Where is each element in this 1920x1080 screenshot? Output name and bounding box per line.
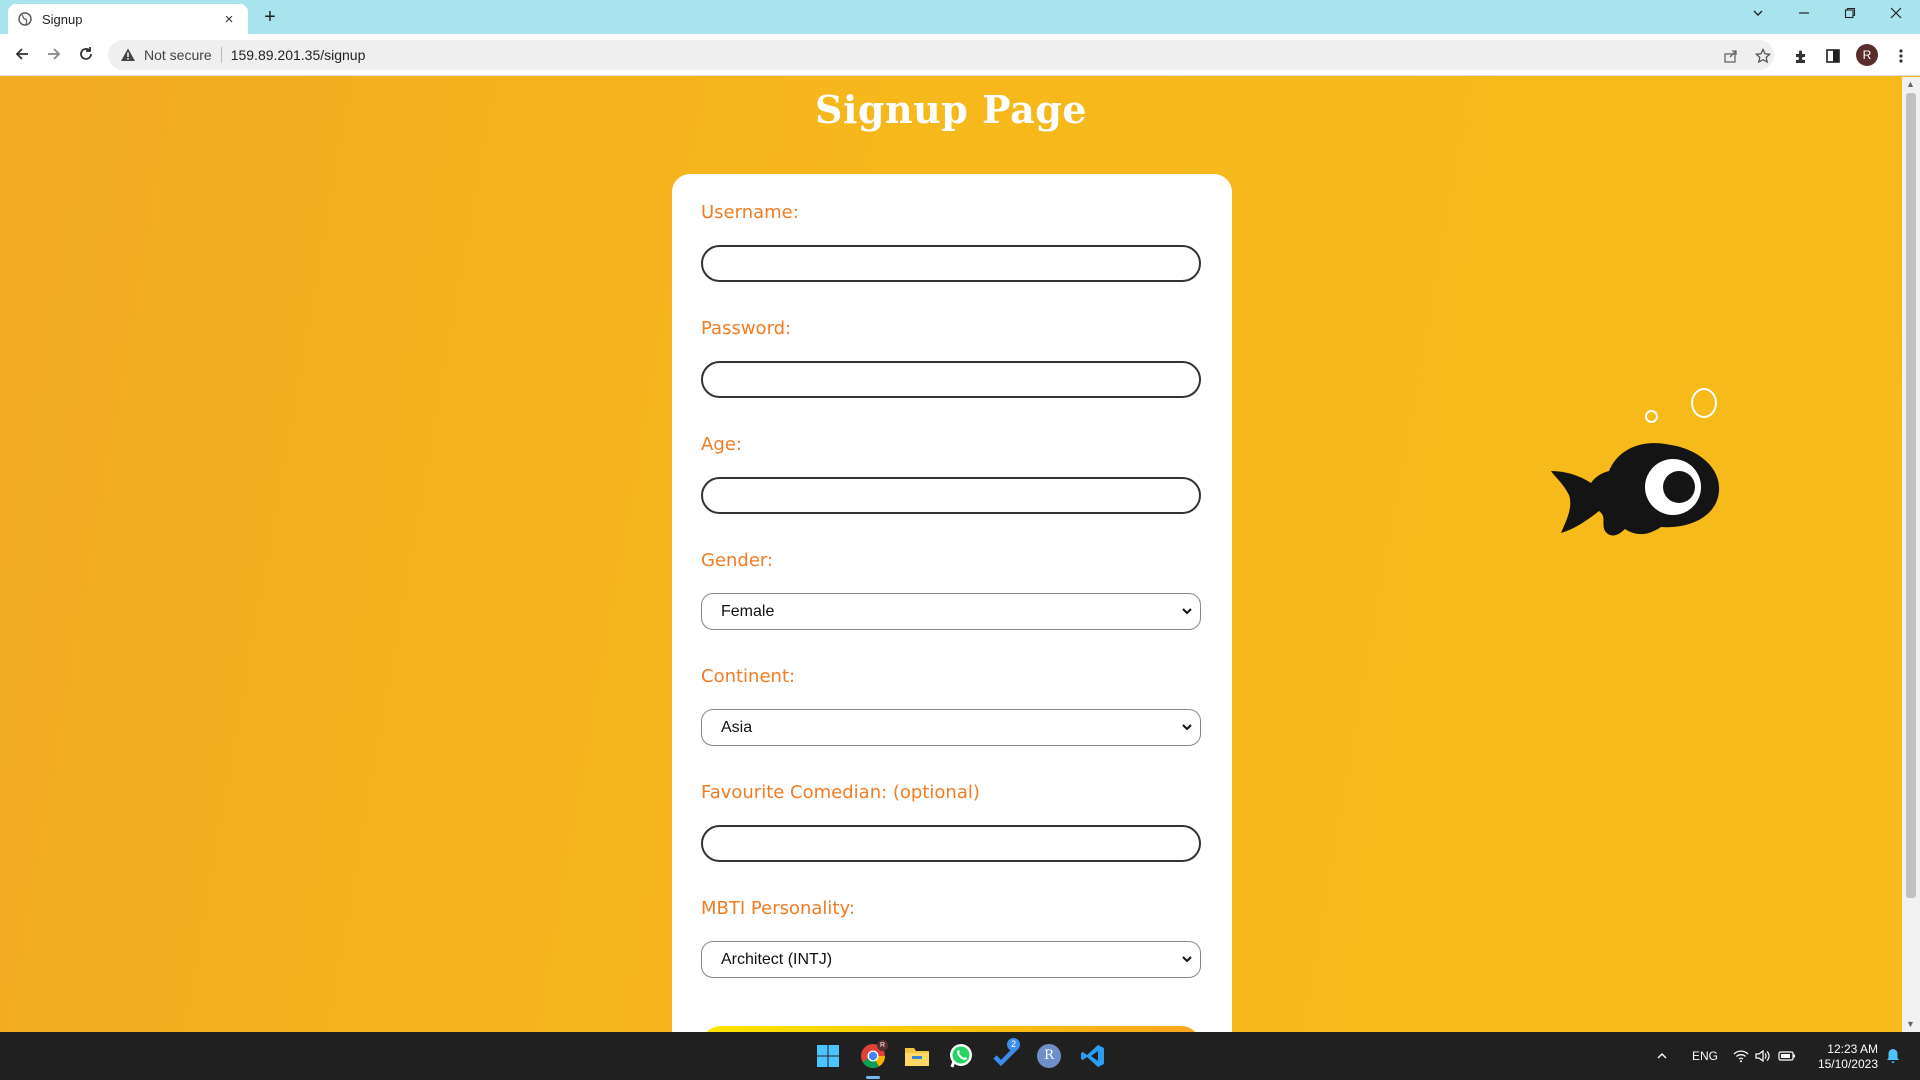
clock-date: 15/10/2023 <box>1817 1057 1878 1071</box>
tab-signup[interactable]: Signup × <box>8 4 248 34</box>
globe-icon <box>18 12 32 26</box>
gender-select[interactable]: Female <box>701 593 1201 630</box>
battery-icon[interactable] <box>1778 1032 1796 1080</box>
username-label: Username: <box>701 202 799 223</box>
reload-icon[interactable] <box>73 43 99 69</box>
small-bubble-icon <box>1645 410 1658 423</box>
large-bubble-icon <box>1691 388 1717 418</box>
volume-icon[interactable] <box>1755 1032 1771 1080</box>
divider <box>220 47 222 63</box>
signup-form: Username: Password: Age: Gender: Female … <box>672 174 1232 1032</box>
r-app-icon[interactable]: R <box>1033 1040 1065 1072</box>
taskbar: R 2 R ENG 12:23 AM 15/10/2023 <box>0 1032 1920 1080</box>
profile-avatar[interactable]: R <box>1856 44 1878 66</box>
warning-icon[interactable] <box>120 47 136 63</box>
gender-selected-value: Female <box>721 602 775 620</box>
minimize-icon[interactable] <box>1781 0 1827 30</box>
show-hidden-icons[interactable] <box>1656 1032 1668 1080</box>
password-input[interactable] <box>701 361 1201 398</box>
wifi-icon[interactable] <box>1733 1032 1749 1080</box>
system-clock[interactable]: 12:23 AM 15/10/2023 <box>1806 1042 1878 1072</box>
username-input[interactable] <box>701 245 1201 282</box>
security-label[interactable]: Not secure <box>144 47 212 63</box>
notification-bell-icon[interactable] <box>1886 1032 1900 1080</box>
language-indicator[interactable]: ENG <box>1692 1032 1718 1080</box>
password-label: Password: <box>701 318 792 339</box>
comedian-label: Favourite Comedian: (optional) <box>701 782 980 803</box>
fish-mascot-icon <box>1551 443 1720 536</box>
forward-icon[interactable] <box>41 43 67 69</box>
address-bar[interactable]: Not secure 159.89.201.35/signup <box>108 40 1774 70</box>
page-viewport: Signup Page Username: Password: Age: Gen… <box>0 77 1902 1032</box>
windows-start-icon[interactable] <box>812 1040 844 1072</box>
page-title: Signup Page <box>815 87 1087 132</box>
restore-icon[interactable] <box>1827 0 1873 30</box>
tab-strip: Signup × + <box>0 0 1920 34</box>
menu-kebab-icon[interactable] <box>1891 46 1911 66</box>
chevron-down-icon <box>1182 608 1192 615</box>
age-input[interactable] <box>701 477 1201 514</box>
gender-label: Gender: <box>701 550 774 571</box>
extensions-icon[interactable] <box>1791 46 1811 66</box>
tab-search-icon[interactable] <box>1735 0 1781 30</box>
notification-badge: 2 <box>1007 1038 1020 1051</box>
continent-label: Continent: <box>701 666 796 687</box>
chevron-down-icon <box>1182 724 1192 731</box>
active-app-indicator <box>866 1076 880 1079</box>
tab-title: Signup <box>42 11 83 27</box>
bookmark-star-icon[interactable] <box>1754 47 1772 65</box>
continent-select[interactable]: Asia <box>701 709 1201 746</box>
chevron-down-icon <box>1182 956 1192 963</box>
file-explorer-icon[interactable] <box>901 1040 933 1072</box>
age-label: Age: <box>701 434 742 455</box>
back-icon[interactable] <box>9 43 35 69</box>
close-icon[interactable] <box>1873 0 1919 30</box>
new-tab-button[interactable]: + <box>258 5 282 29</box>
scroll-up-icon[interactable]: ▲ <box>1906 79 1915 89</box>
scrollbar-thumb[interactable] <box>1906 93 1916 898</box>
chrome-profile-badge: R <box>877 1040 888 1051</box>
url-text[interactable]: 159.89.201.35/signup <box>231 47 366 63</box>
mbti-select[interactable]: Architect (INTJ) <box>701 941 1201 978</box>
todo-app-icon[interactable]: 2 <box>990 1038 1022 1072</box>
vscode-icon[interactable] <box>1077 1040 1109 1072</box>
scroll-down-icon[interactable]: ▼ <box>1906 1019 1915 1029</box>
browser-toolbar: Not secure 159.89.201.35/signup <box>0 34 1920 76</box>
side-panel-icon[interactable] <box>1823 46 1843 66</box>
vertical-scrollbar[interactable]: ▲ ▼ <box>1902 77 1920 1032</box>
continent-selected-value: Asia <box>721 718 753 736</box>
mbti-selected-value: Architect (INTJ) <box>721 950 833 968</box>
clock-time: 12:23 AM <box>1827 1042 1878 1056</box>
comedian-input[interactable] <box>701 825 1201 862</box>
tab-close-icon[interactable]: × <box>220 11 238 28</box>
share-icon[interactable] <box>1722 47 1740 65</box>
r-app-letter: R <box>1037 1044 1061 1068</box>
whatsapp-icon[interactable] <box>945 1040 977 1072</box>
mbti-label: MBTI Personality: <box>701 898 855 919</box>
chrome-icon[interactable]: R <box>857 1040 889 1072</box>
